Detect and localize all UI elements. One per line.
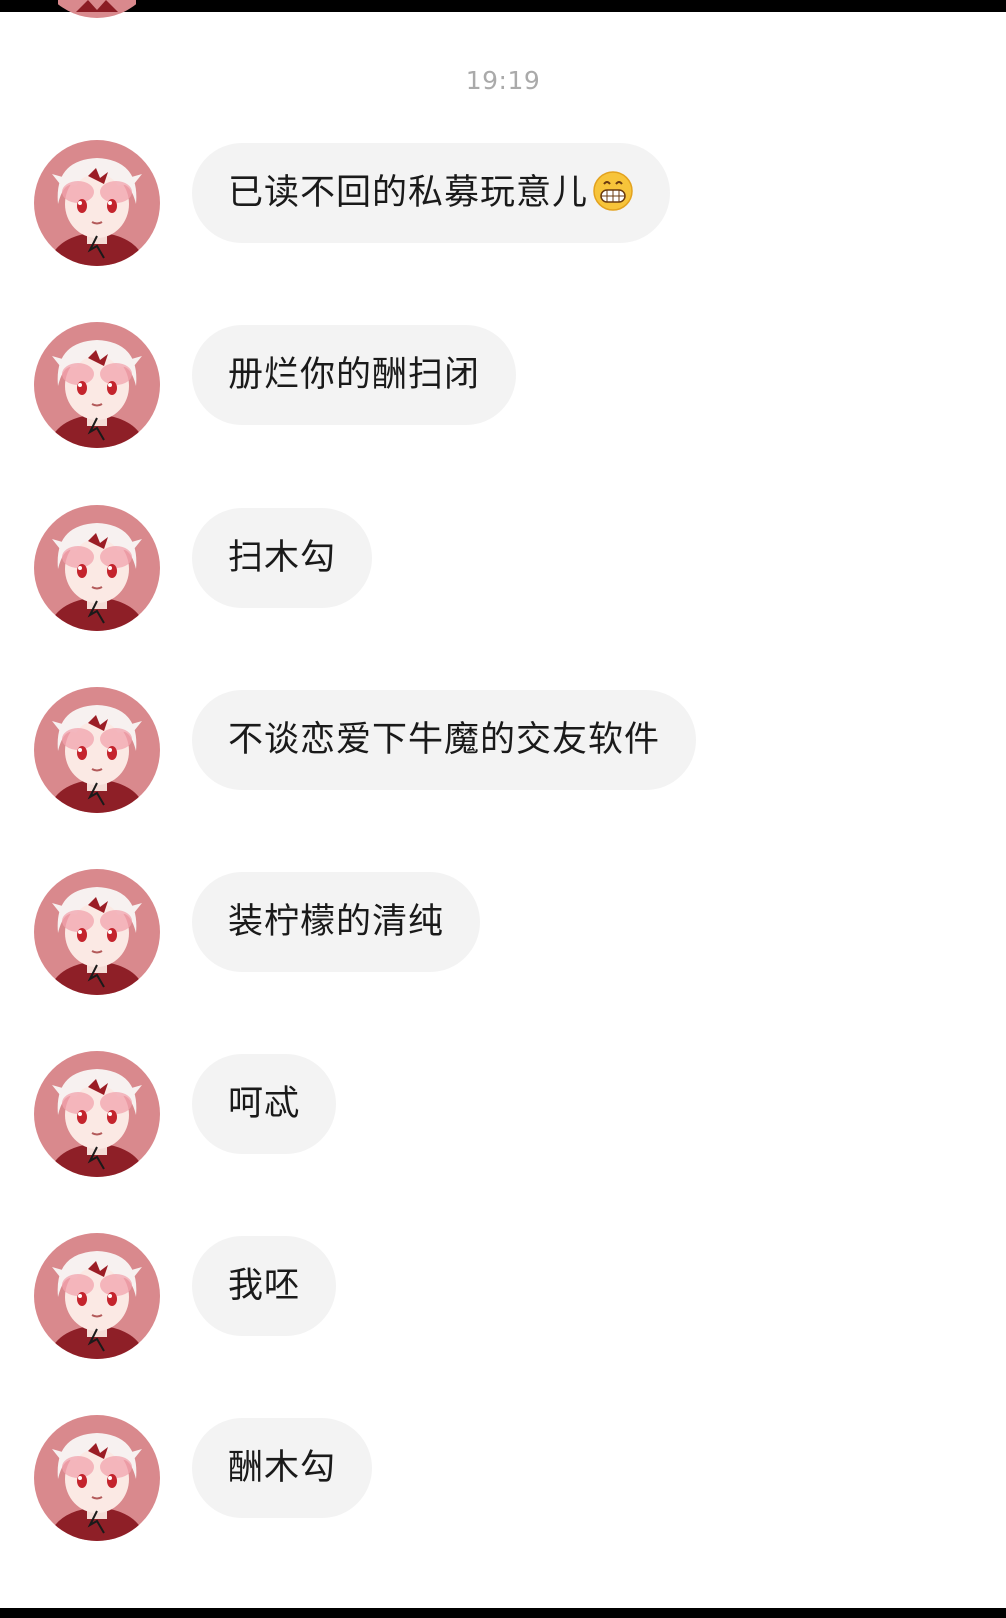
message-row: 我呸: [0, 1233, 1006, 1363]
message-bubble[interactable]: 不谈恋爱下牛魔的交友软件: [192, 690, 697, 790]
grinning-face-emoji-icon: [593, 171, 633, 211]
avatar[interactable]: [34, 1415, 160, 1541]
message-text: 呵忒: [228, 1084, 301, 1124]
message-row: 已读不回的私募玩意儿: [0, 140, 1006, 270]
message-bubble[interactable]: 呵忒: [192, 1054, 337, 1154]
message-bubble[interactable]: 册烂你的酬扫闭: [192, 325, 517, 425]
avatar[interactable]: [34, 140, 160, 266]
avatar[interactable]: [34, 322, 160, 448]
message-bubble[interactable]: 酬木勾: [192, 1418, 373, 1518]
message-text: 不谈恋爱下牛魔的交友软件: [228, 720, 661, 760]
message-text: 酬木勾: [228, 1448, 337, 1488]
message-row: 酬木勾: [0, 1415, 1006, 1545]
avatar-partial[interactable]: [58, 0, 136, 22]
avatar[interactable]: [34, 1051, 160, 1177]
message-row: 册烂你的酬扫闭: [0, 322, 1006, 452]
timestamp: 19:19: [465, 66, 541, 95]
message-text: 装柠檬的清纯: [228, 902, 445, 942]
avatar[interactable]: [34, 869, 160, 995]
message-row: 装柠檬的清纯: [0, 869, 1006, 999]
message-bubble[interactable]: 装柠檬的清纯: [192, 872, 481, 972]
avatar[interactable]: [34, 687, 160, 813]
message-text: 我呸: [228, 1266, 301, 1306]
avatar[interactable]: [34, 505, 160, 631]
avatar[interactable]: [34, 1233, 160, 1359]
message-bubble[interactable]: 我呸: [192, 1236, 337, 1336]
message-text: 扫木勾: [228, 538, 337, 578]
status-bar: [0, 0, 1006, 12]
message-row: 不谈恋爱下牛魔的交友软件: [0, 687, 1006, 817]
message-bubble[interactable]: 扫木勾: [192, 508, 373, 608]
message-row: 呵忒: [0, 1051, 1006, 1181]
navigation-bar: [0, 1608, 1006, 1618]
message-text: 已读不回的私募玩意儿: [228, 173, 589, 213]
message-row: 扫木勾: [0, 505, 1006, 635]
message-bubble[interactable]: 已读不回的私募玩意儿: [192, 143, 671, 243]
message-text: 册烂你的酬扫闭: [228, 355, 481, 395]
